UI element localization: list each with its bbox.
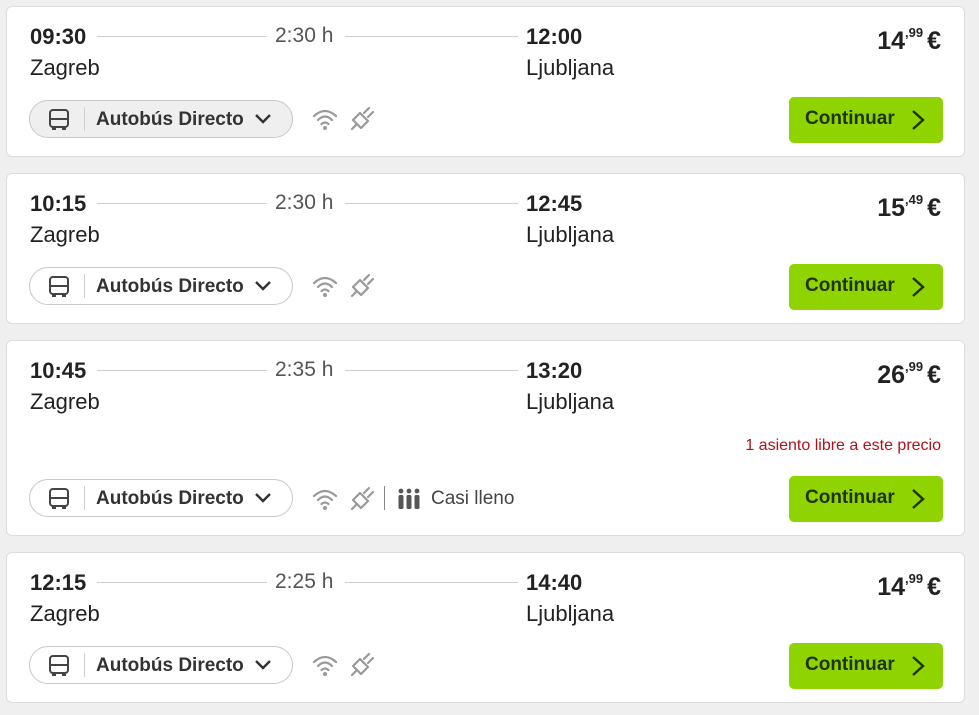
currency: € <box>927 573 941 601</box>
departure-city: Zagreb <box>30 55 100 80</box>
timeline-line <box>345 36 518 37</box>
pill-divider <box>84 274 85 298</box>
wifi-icon <box>312 109 338 130</box>
continue-button[interactable]: Continuar <box>789 476 943 522</box>
departure-city: Zagreb <box>30 389 100 414</box>
continue-button[interactable]: Continuar <box>789 643 943 689</box>
price-cents: ,99 <box>905 570 924 586</box>
arrival-time: 12:00 <box>526 24 583 49</box>
journey-card: 10:15 2:30 h 12:45 Zagreb Ljubljana 15,4… <box>6 173 965 324</box>
price: 14,99 € <box>877 570 941 602</box>
seat-warning: 1 asiento libre a este precio <box>745 437 941 454</box>
price-int: 14 <box>877 27 906 55</box>
people-icon <box>398 488 420 509</box>
bus-icon <box>49 488 69 509</box>
price-cents: ,99 <box>905 358 924 374</box>
continue-label: Continuar <box>805 108 895 129</box>
bus-type-label: Autobús Directo <box>96 109 244 130</box>
bus-type-label: Autobús Directo <box>96 488 244 509</box>
arrival-city: Ljubljana <box>526 389 615 414</box>
chevron-down-icon <box>255 114 271 124</box>
timeline-line <box>97 203 267 204</box>
journey-card: 12:15 2:25 h 14:40 Zagreb Ljubljana 14,9… <box>6 552 965 703</box>
bus-type-label: Autobús Directo <box>96 655 244 676</box>
wifi-icon <box>312 489 338 510</box>
chevron-right-icon <box>912 110 925 130</box>
plug-icon <box>350 106 375 131</box>
departure-city: Zagreb <box>30 222 100 247</box>
bus-icon <box>49 276 69 297</box>
pill-divider <box>84 486 85 510</box>
timeline-line <box>97 582 267 583</box>
arrival-time: 12:45 <box>526 191 583 216</box>
chevron-down-icon <box>255 660 271 670</box>
duration: 2:30 h <box>275 191 334 214</box>
timeline-line <box>345 203 518 204</box>
price: 15,49 € <box>877 191 941 223</box>
chevron-down-icon <box>255 281 271 291</box>
journey-card: 10:45 2:35 h 13:20 Zagreb Ljubljana 26,9… <box>6 340 965 536</box>
wifi-icon <box>312 276 338 297</box>
departure-time: 10:45 <box>30 358 87 383</box>
pill-divider <box>84 107 85 131</box>
bus-type-dropdown[interactable]: Autobús Directo <box>29 267 293 305</box>
continue-button[interactable]: Continuar <box>789 97 943 143</box>
plug-icon <box>350 486 375 511</box>
bus-type-label: Autobús Directo <box>96 276 244 297</box>
arrival-time: 13:20 <box>526 358 583 383</box>
chevron-down-icon <box>255 493 271 503</box>
arrival-city: Ljubljana <box>526 222 615 247</box>
timeline-line <box>97 36 267 37</box>
bus-icon <box>49 109 69 130</box>
price-int: 14 <box>877 573 906 601</box>
chevron-right-icon <box>912 656 925 676</box>
arrival-city: Ljubljana <box>526 55 615 80</box>
plug-icon <box>350 652 375 677</box>
bus-type-dropdown[interactable]: Autobús Directo <box>29 646 293 684</box>
pill-divider <box>84 653 85 677</box>
occupancy-label: Casi lleno <box>431 488 515 509</box>
journey-card: 09:30 2:30 h 12:00 Zagreb Ljubljana 14,9… <box>6 6 965 157</box>
price: 14,99 € <box>877 24 941 56</box>
chevron-right-icon <box>912 277 925 297</box>
duration: 2:25 h <box>275 570 334 593</box>
duration: 2:30 h <box>275 24 334 47</box>
timeline-line <box>97 370 267 371</box>
price: 26,99 € <box>877 358 941 390</box>
currency: € <box>927 27 941 55</box>
departure-time: 12:15 <box>30 570 87 595</box>
bus-type-dropdown[interactable]: Autobús Directo <box>29 479 293 517</box>
continue-label: Continuar <box>805 487 895 508</box>
timeline-line <box>345 582 518 583</box>
price-int: 15 <box>877 194 906 222</box>
price-int: 26 <box>877 361 906 389</box>
amenity-divider <box>384 486 385 510</box>
continue-label: Continuar <box>805 654 895 675</box>
departure-city: Zagreb <box>30 601 100 626</box>
plug-icon <box>350 273 375 298</box>
duration: 2:35 h <box>275 358 334 381</box>
arrival-city: Ljubljana <box>526 601 615 626</box>
continue-label: Continuar <box>805 275 895 296</box>
currency: € <box>927 194 941 222</box>
wifi-icon <box>312 655 338 676</box>
departure-time: 10:15 <box>30 191 87 216</box>
continue-button[interactable]: Continuar <box>789 264 943 310</box>
timeline-line <box>345 370 518 371</box>
price-cents: ,49 <box>905 191 924 207</box>
arrival-time: 14:40 <box>526 570 583 595</box>
currency: € <box>927 361 941 389</box>
bus-type-dropdown[interactable]: Autobús Directo <box>29 100 293 138</box>
bus-icon <box>49 655 69 676</box>
price-cents: ,99 <box>905 24 924 40</box>
chevron-right-icon <box>912 489 925 509</box>
departure-time: 09:30 <box>30 24 87 49</box>
